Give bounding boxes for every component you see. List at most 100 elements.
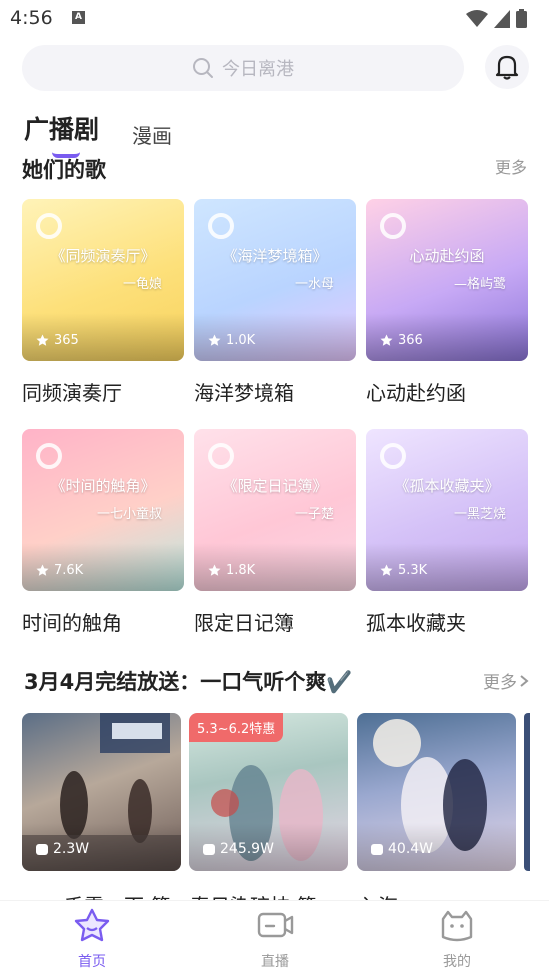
album-cover: 《同频演奏厅》一龟娘 365 xyxy=(22,199,184,361)
drama-card[interactable]: 5.3~6.2特惠 245.9W xyxy=(189,713,348,871)
section-title: 她们的歌 xyxy=(22,158,106,180)
play-count-value: 366 xyxy=(398,333,423,348)
play-icon xyxy=(36,843,48,855)
star-icon xyxy=(36,564,49,576)
tab-comics[interactable]: 漫画 xyxy=(132,120,172,149)
cover-title: 《海洋梦境箱》 xyxy=(222,247,328,265)
star-icon xyxy=(380,334,393,346)
play-count: 2.3W xyxy=(36,841,89,857)
section-more-link[interactable]: 更多 xyxy=(495,154,527,178)
nav-profile[interactable]: 我的 xyxy=(417,907,497,971)
album-name: 心动赴约函 xyxy=(366,381,466,405)
cover-title: 心动赴约函 xyxy=(409,247,485,265)
play-count-value: 245.9W xyxy=(220,841,274,857)
album-card[interactable]: 《时间的触角》一七小童叔 7.6K 时间的触角 xyxy=(22,429,184,635)
signal-icon xyxy=(494,9,510,28)
play-count-value: 40.4W xyxy=(388,841,434,857)
cover-title: 《同频演奏厅》 xyxy=(50,247,156,265)
play-count-value: 5.3K xyxy=(398,563,428,578)
star-icon xyxy=(36,334,49,346)
video-camera-icon xyxy=(257,912,294,938)
play-count: 1.8K xyxy=(208,563,255,578)
promo-badge: 5.3~6.2特惠 xyxy=(189,713,284,742)
album-card[interactable]: 《孤本收藏夹》一黑芝烧 5.3K 孤本收藏夹 xyxy=(366,429,528,635)
cover-author: 一子楚 xyxy=(294,507,334,522)
play-count: 7.6K xyxy=(36,563,83,578)
nav-label: 首页 xyxy=(78,954,106,970)
album-cover: 《海洋梦境箱》一水母 1.0K xyxy=(194,199,356,361)
nav-home[interactable]: 首页 xyxy=(52,907,132,971)
home-star-icon xyxy=(74,908,110,942)
tab-radio-drama[interactable]: 广播剧 xyxy=(24,110,99,146)
play-count-value: 7.6K xyxy=(54,563,84,578)
play-count: 366 xyxy=(380,333,423,348)
bottom-nav: 首页 直播 我的 xyxy=(0,900,549,976)
notification-icon: A xyxy=(72,11,85,24)
status-bar: 4:56 A xyxy=(0,0,549,36)
disc-icon xyxy=(36,213,62,239)
album-name: 海洋梦境箱 xyxy=(194,381,294,405)
star-icon xyxy=(208,564,221,576)
cover-title: 《限定日记簿》 xyxy=(222,477,328,495)
play-count: 5.3K xyxy=(380,563,427,578)
disc-icon xyxy=(208,443,234,469)
play-count: 1.0K xyxy=(208,333,255,348)
album-card[interactable]: 心动赴约函 —格屿鹭 366 心动赴约函 xyxy=(366,199,528,405)
cover-author: —格屿鹭 xyxy=(453,277,506,292)
search-placeholder: 今日离港 xyxy=(222,59,294,80)
search-bar[interactable]: 今日离港 xyxy=(22,45,464,91)
play-count: 245.9W xyxy=(203,841,274,857)
section-header-completed: 3月4月完结放送：一口气听个爽✔️ 更多 xyxy=(24,664,529,696)
disc-icon xyxy=(380,213,406,239)
profile-face-icon xyxy=(441,910,473,942)
album-cover: 心动赴约函 —格屿鹭 366 xyxy=(366,199,528,361)
drama-card[interactable]: 2.3W xyxy=(22,713,181,871)
section-more-link[interactable]: 更多 xyxy=(483,668,529,693)
nav-live[interactable]: 直播 xyxy=(235,907,315,971)
nav-label: 我的 xyxy=(443,954,471,970)
album-card[interactable]: 《同频演奏厅》一龟娘 365 同频演奏厅 xyxy=(22,199,184,405)
chevron-right-icon xyxy=(520,674,529,687)
disc-icon xyxy=(380,443,406,469)
play-count: 365 xyxy=(36,333,79,348)
cover-author: 一七小童叔 xyxy=(96,507,162,522)
drama-card[interactable]: 40.4W xyxy=(357,713,516,871)
star-icon xyxy=(380,564,393,576)
album-name: 同频演奏厅 xyxy=(22,381,122,405)
play-count-value: 1.0K xyxy=(226,333,256,348)
cover-title: 《时间的触角》 xyxy=(50,477,156,495)
cover-author: 一黑芝烧 xyxy=(453,507,506,522)
section-header-songs: 她们的歌 更多 xyxy=(22,150,527,180)
play-icon xyxy=(371,843,383,855)
album-card[interactable]: 《海洋梦境箱》一水母 1.0K 海洋梦境箱 xyxy=(194,199,356,405)
play-count-value: 1.8K xyxy=(226,563,256,578)
play-count-value: 2.3W xyxy=(53,841,90,857)
next-card-peek xyxy=(524,713,530,871)
play-icon xyxy=(203,843,215,855)
notification-button[interactable] xyxy=(485,45,529,89)
album-card[interactable]: 《限定日记簿》一子楚 1.8K 限定日记簿 xyxy=(194,429,356,635)
nav-label: 直播 xyxy=(261,954,289,970)
album-name: 时间的触角 xyxy=(22,611,122,635)
album-name: 限定日记簿 xyxy=(194,611,294,635)
battery-icon xyxy=(516,9,527,28)
cover-title: 《孤本收藏夹》 xyxy=(394,477,500,495)
search-icon xyxy=(193,58,213,78)
wifi-icon xyxy=(466,9,488,27)
section-title: 3月4月完结放送：一口气听个爽✔️ xyxy=(24,670,353,694)
album-cover: 《孤本收藏夹》一黑芝烧 5.3K xyxy=(366,429,528,591)
play-count-value: 365 xyxy=(54,333,79,348)
album-cover: 《限定日记簿》一子楚 1.8K xyxy=(194,429,356,591)
status-time: 4:56 xyxy=(10,7,53,29)
more-label: 更多 xyxy=(483,673,517,693)
album-name: 孤本收藏夹 xyxy=(366,611,466,635)
status-icons xyxy=(466,9,527,28)
disc-icon xyxy=(208,213,234,239)
star-icon xyxy=(208,334,221,346)
cover-author: 一水母 xyxy=(294,277,334,292)
disc-icon xyxy=(36,443,62,469)
album-cover: 《时间的触角》一七小童叔 7.6K xyxy=(22,429,184,591)
cover-author: 一龟娘 xyxy=(122,277,162,292)
bell-icon xyxy=(495,55,519,80)
play-count: 40.4W xyxy=(371,841,433,857)
